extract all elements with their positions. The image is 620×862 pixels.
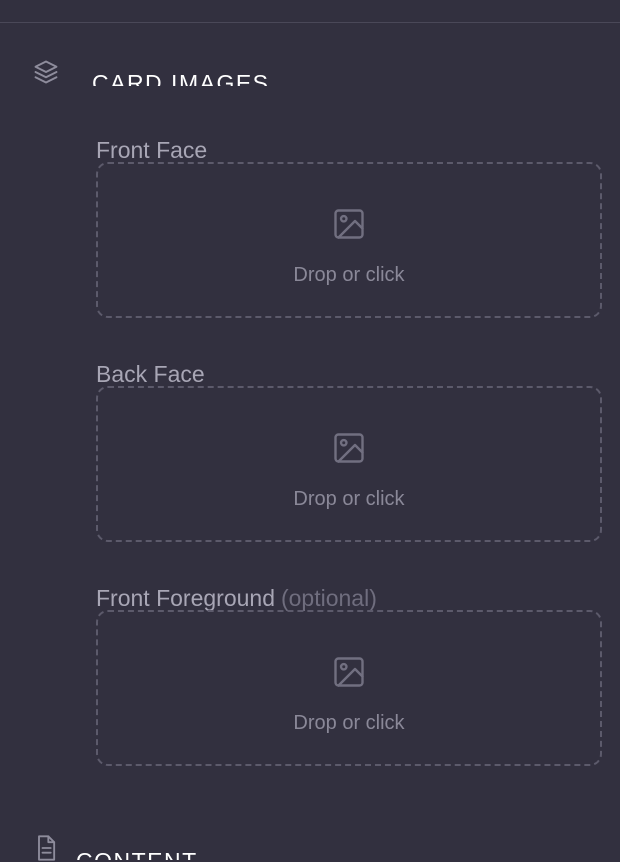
- front-face-dropzone[interactable]: Drop or click: [96, 162, 602, 318]
- layers-icon: [32, 58, 60, 86]
- optional-hint: (optional): [280, 585, 377, 611]
- front-face-label: Front Face: [96, 137, 208, 163]
- image-icon: [334, 657, 364, 687]
- image-icon: [334, 209, 364, 239]
- back-face-label: Back Face: [96, 361, 205, 387]
- front-foreground-label: Front Foreground (optional): [96, 585, 377, 611]
- panel-top-divider: [0, 22, 620, 23]
- drop-or-click-text: Drop or click: [293, 264, 405, 286]
- document-icon: [32, 834, 60, 862]
- drop-or-click-text: Drop or click: [293, 488, 405, 510]
- drop-or-click-text: Drop or click: [293, 712, 405, 734]
- front-foreground-dropzone[interactable]: Drop or click: [96, 610, 602, 766]
- back-face-dropzone[interactable]: Drop or click: [96, 386, 602, 542]
- section-title-content: CONTENT: [76, 848, 376, 860]
- section-title-card-images: CARD IMAGES: [92, 70, 270, 86]
- image-icon: [334, 433, 364, 463]
